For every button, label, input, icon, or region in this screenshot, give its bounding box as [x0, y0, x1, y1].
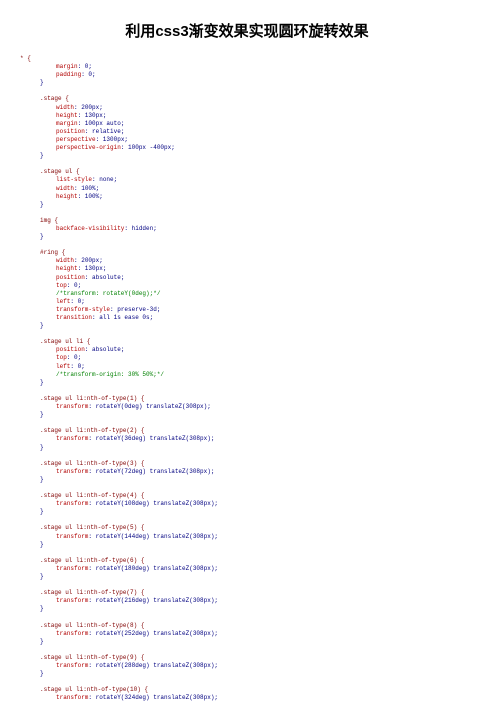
selector: .stage { — [40, 95, 69, 102]
page-title: 利用css3渐变效果实现圆环旋转效果 — [20, 20, 474, 41]
code-block: * { margin: 0; padding: 0; } .stage { wi… — [20, 55, 474, 703]
brace: } — [40, 79, 44, 86]
comment: /*transform: rotateY(0deg);*/ — [56, 290, 160, 297]
comment: /*transform-origin: 30% 50%;*/ — [56, 371, 164, 378]
prop: margin — [56, 63, 78, 70]
selector: * { — [20, 55, 31, 62]
prop: padding — [56, 71, 81, 78]
